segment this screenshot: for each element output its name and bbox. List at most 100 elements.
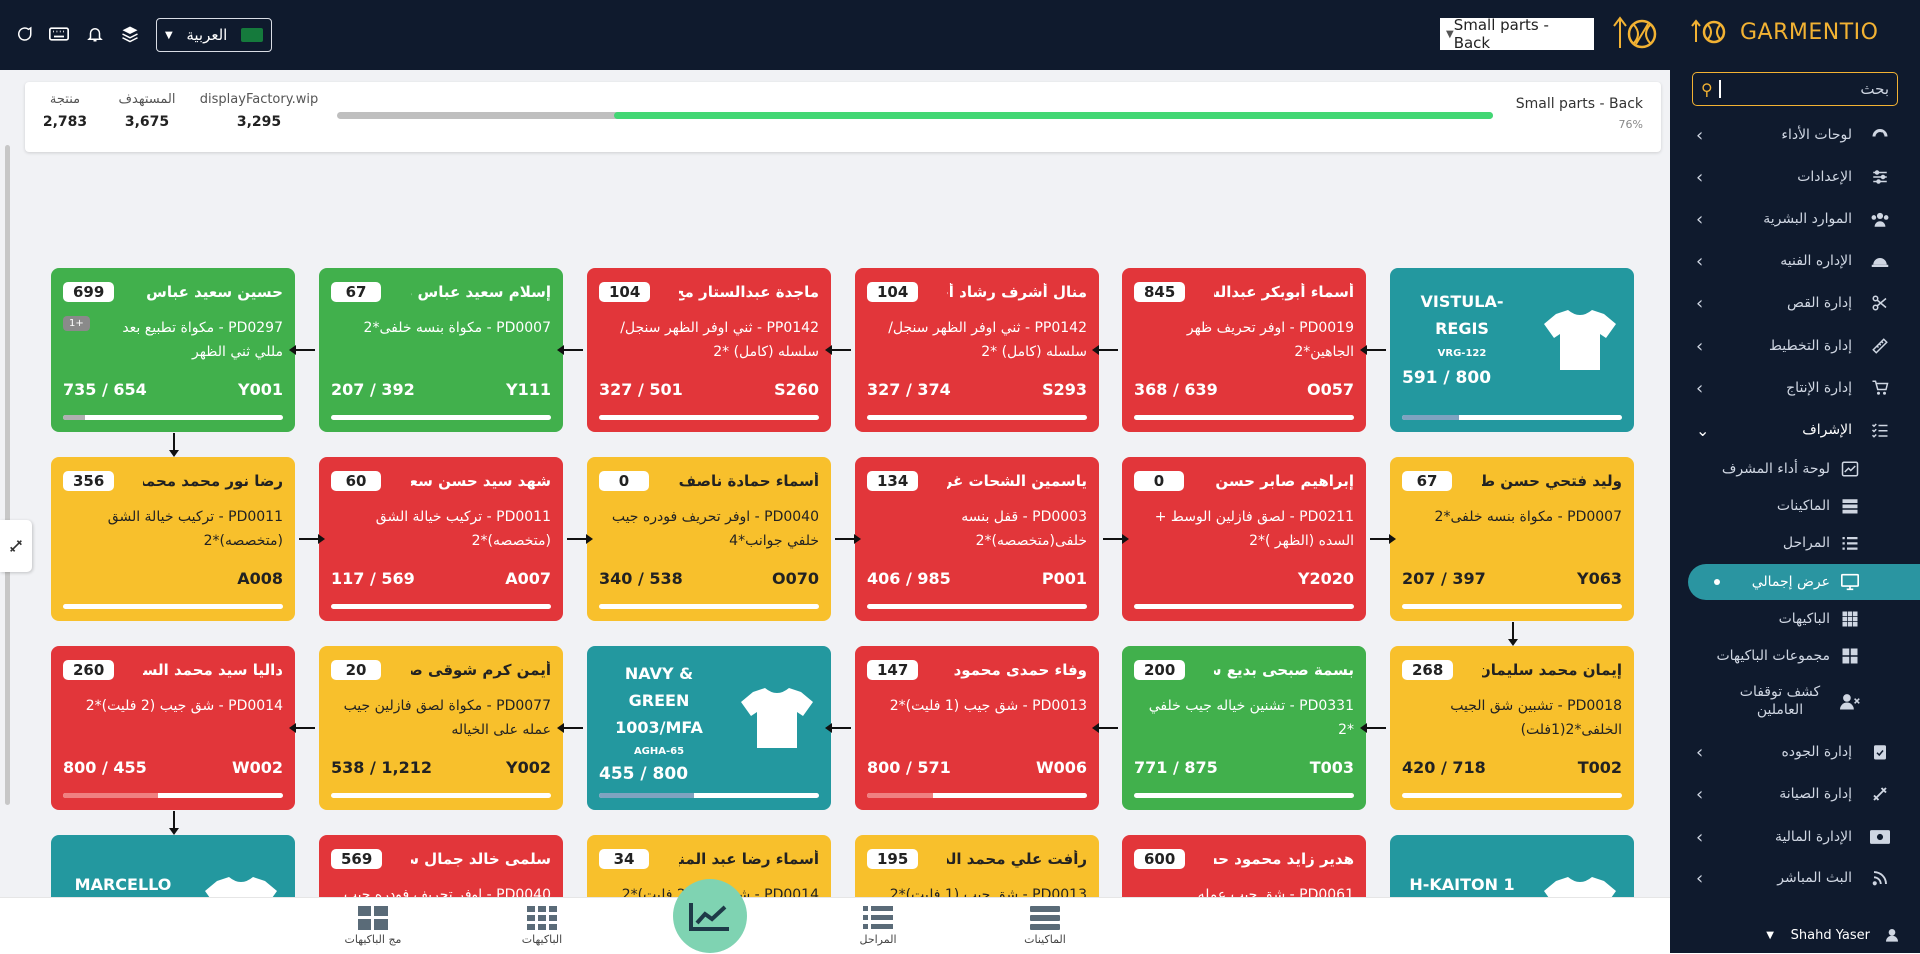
- search-box[interactable]: بحث ⚲: [1692, 72, 1898, 106]
- clipboard-check-icon: [1870, 742, 1890, 762]
- workstation-card[interactable]: ياسمين الشحات غري... 134 PD0003 - قفل بنسه…: [855, 457, 1099, 621]
- sidebar-item-money[interactable]: الإدارة المالية ›: [1670, 820, 1920, 854]
- sidebar-item-rss[interactable]: البث المباشر ›: [1670, 861, 1920, 895]
- operator-name: وفاء حمدى محمود ...: [947, 661, 1087, 679]
- style-card[interactable]: NAVY & GREEN 1003/MFA AGHA-65 455 / 800: [587, 646, 831, 810]
- sidebar-item-list[interactable]: المراحل: [1670, 526, 1920, 560]
- brand-logo: GARMENTIO: [1690, 18, 1878, 46]
- pending-count: 67: [1402, 471, 1452, 491]
- style-quantity: 455 / 800: [599, 764, 689, 784]
- workstation-card[interactable]: إبراهيم صابر حسن إ... 0 PD0211 - لصق فازلي…: [1122, 457, 1366, 621]
- bottom-nav-label: المراحل: [859, 933, 897, 946]
- factory-logo-icon: [1612, 14, 1660, 54]
- workstation-card[interactable]: رضا نور محمد محمدين 356 PD0011 - تركيب خيا…: [51, 457, 295, 621]
- output-ratio: 1,212 / 538: [331, 758, 432, 777]
- tools-tab[interactable]: [0, 520, 32, 572]
- sidebar-item-tasks[interactable]: الإشراف ⌄: [1670, 413, 1920, 447]
- bottom-nav-machines[interactable]: الماكينات: [990, 898, 1100, 954]
- operation-text: PD0077 - مكواة لصق فازلين جيب عمله على ا…: [343, 698, 551, 738]
- progress-fill: [1402, 415, 1460, 420]
- active-dot: [1714, 579, 1720, 585]
- pending-count: 200: [1134, 660, 1186, 680]
- sidebar: GARMENTIO بحث ⚲ لوحات الأداء › الإعدادات › ا…: [1670, 0, 1920, 953]
- sidebar-item-ruler[interactable]: إدارة التخطيط ›: [1670, 329, 1920, 363]
- operator-name: بسمة صبحى بديع سـ...: [1214, 661, 1354, 679]
- sidebar-item-clipboard-check[interactable]: إدارة الجوده ›: [1670, 735, 1920, 769]
- cart-icon: [1870, 378, 1890, 398]
- sidebar-item-sliders[interactable]: الإعدادات ›: [1670, 160, 1920, 194]
- chat-icon[interactable]: [12, 22, 36, 46]
- sidebar-item-scissors[interactable]: إدارة القص ›: [1670, 286, 1920, 320]
- pending-count: 60: [331, 471, 381, 491]
- sidebar-item-helmet[interactable]: الإداره الفنيه ›: [1670, 244, 1920, 278]
- workstation-card[interactable]: داليا سيد محمد السيد 260 PD0014 - شق جيب (…: [51, 646, 295, 810]
- search-icon[interactable]: ⚲: [1701, 80, 1713, 99]
- output-ratio: 455 / 800: [63, 758, 147, 777]
- sidebar-item-label: الإعدادات: [1797, 169, 1852, 185]
- user-menu[interactable]: Shahd Yaser ▼: [1670, 917, 1920, 953]
- workstation-card[interactable]: وفاء حمدى محمود ... 147 PD0013 - شق جيب (1…: [855, 646, 1099, 810]
- language-select[interactable]: ▼ العربية: [156, 18, 272, 52]
- bottom-nav-bundle-groups[interactable]: مج الباكيهات: [318, 898, 428, 954]
- card-header: رضا نور محمد محمدين 356: [63, 471, 283, 491]
- bottom-nav-bundles[interactable]: الباكيهات: [487, 898, 597, 954]
- sidebar-item-grid[interactable]: الباكيهات: [1670, 602, 1920, 636]
- workstation-card[interactable]: حسين سعيد عباس أح... 699 PD0297 - مكواة تط…: [51, 268, 295, 432]
- workstation-card[interactable]: أسماء حمادة ناصف ا... 0 PD0040 - اوفر تحري…: [587, 457, 831, 621]
- workstation-card[interactable]: وليد فتحي حسن طه 67 PD0007 - مكواة بنسه خل…: [1390, 457, 1634, 621]
- bottom-nav-overview[interactable]: [673, 879, 747, 953]
- operator-name: هدير زايد محمود حسن: [1214, 850, 1354, 868]
- card-footer: T002 718 / 420: [1402, 758, 1622, 777]
- top-bar: ▼ العربية ▼ Small parts - Back: [0, 0, 1670, 70]
- bell-icon[interactable]: [83, 22, 107, 46]
- operation-text: PD0014 - شق جيب (2 فليت)*2: [85, 698, 283, 714]
- server-icon: [1030, 906, 1060, 930]
- line-progress-fill: [614, 112, 1493, 119]
- sidebar-item-users[interactable]: الموارد البشرية ›: [1670, 202, 1920, 236]
- production-line-label: Small parts - Back: [1453, 16, 1549, 52]
- search-input[interactable]: بحث: [1727, 80, 1889, 98]
- card-footer: O070 538 / 340: [599, 569, 819, 588]
- sidebar-item-chart[interactable]: لوحة أداء المشرف: [1670, 452, 1920, 486]
- pending-count: 0: [599, 471, 649, 491]
- sidebar-item-monitor[interactable]: عرض إجمالي: [1670, 565, 1920, 599]
- workstation-card[interactable]: شهد سيد حسن سعد 60 PD0011 - تركيب خيالة ال…: [319, 457, 563, 621]
- list-icon: [863, 906, 893, 929]
- workstation-card[interactable]: بسمة صبحى بديع سـ... 200 PD0331 - تشنين خي…: [1122, 646, 1366, 810]
- station-code: P001: [1041, 569, 1087, 588]
- progress-bar: [1402, 793, 1622, 798]
- station-code: S293: [1042, 380, 1087, 399]
- workstation-card[interactable]: منال أشرف رشاد أحمد 104 PP0142 - ثني اوفر …: [855, 268, 1099, 432]
- card-footer: W006 571 / 800: [867, 758, 1087, 777]
- stat-value: 3,675: [124, 114, 170, 130]
- progress-bar: [1402, 604, 1622, 609]
- operation-text: PD0003 - قفل بنسه خلفى(متخصصه)*2: [961, 509, 1087, 549]
- workstation-card[interactable]: إيمان محمد سليمان ... 268 PD0018 - تشبين ش…: [1390, 646, 1634, 810]
- sidebar-item-label: الإدارة المالية: [1774, 829, 1852, 845]
- workstation-card[interactable]: أسماء أبوبكر عبدالش... 845PD0019 - اوفر ت…: [1122, 268, 1366, 432]
- sidebar-item-grid-large[interactable]: مجموعات الباكيهات: [1670, 639, 1920, 673]
- sidebar-item-tools[interactable]: إدارة الصيانة ›: [1670, 777, 1920, 811]
- line-progress-bar: [337, 112, 1493, 119]
- sidebar-item-user-x[interactable]: كشف توقفات العاملين: [1670, 684, 1920, 718]
- flow-arrow: [825, 345, 851, 355]
- stat-wip: displayFactory.wip 3,295: [199, 92, 319, 130]
- style-card[interactable]: VISTULA-REGIS VRG-122 591 / 800: [1390, 268, 1634, 432]
- bottom-nav-stages[interactable]: المراحل: [823, 898, 933, 954]
- card-footer: O057 639 / 368: [1134, 380, 1354, 399]
- production-line-select[interactable]: ▼ Small parts - Back: [1440, 16, 1594, 52]
- card-footer: T003 875 / 771: [1134, 758, 1354, 777]
- workstation-card[interactable]: أيمن كرم شوقى صلي... 20 PD0077 - مكواة لصق…: [319, 646, 563, 810]
- flow-arrow: [1092, 723, 1118, 733]
- keyboard-icon[interactable]: [47, 22, 71, 46]
- workstation-card[interactable]: ماجدة عبدالستار مح... 104 PP0142 - ثني اوف…: [587, 268, 831, 432]
- server-icon: [1840, 496, 1860, 516]
- sidebar-item-server[interactable]: الماكينات: [1670, 489, 1920, 523]
- output-ratio: 875 / 771: [1134, 758, 1218, 777]
- layers-icon[interactable]: [118, 22, 142, 46]
- sidebar-item-cart[interactable]: إدارة الإنتاج ›: [1670, 371, 1920, 405]
- flow-arrow: [299, 534, 325, 544]
- output-ratio: 374 / 327: [867, 380, 951, 399]
- sidebar-item-dashboard[interactable]: لوحات الأداء ›: [1670, 118, 1920, 152]
- workstation-card[interactable]: إسلام سعيد عباس م... 67 PD0007 - مكواة بنس…: [319, 268, 563, 432]
